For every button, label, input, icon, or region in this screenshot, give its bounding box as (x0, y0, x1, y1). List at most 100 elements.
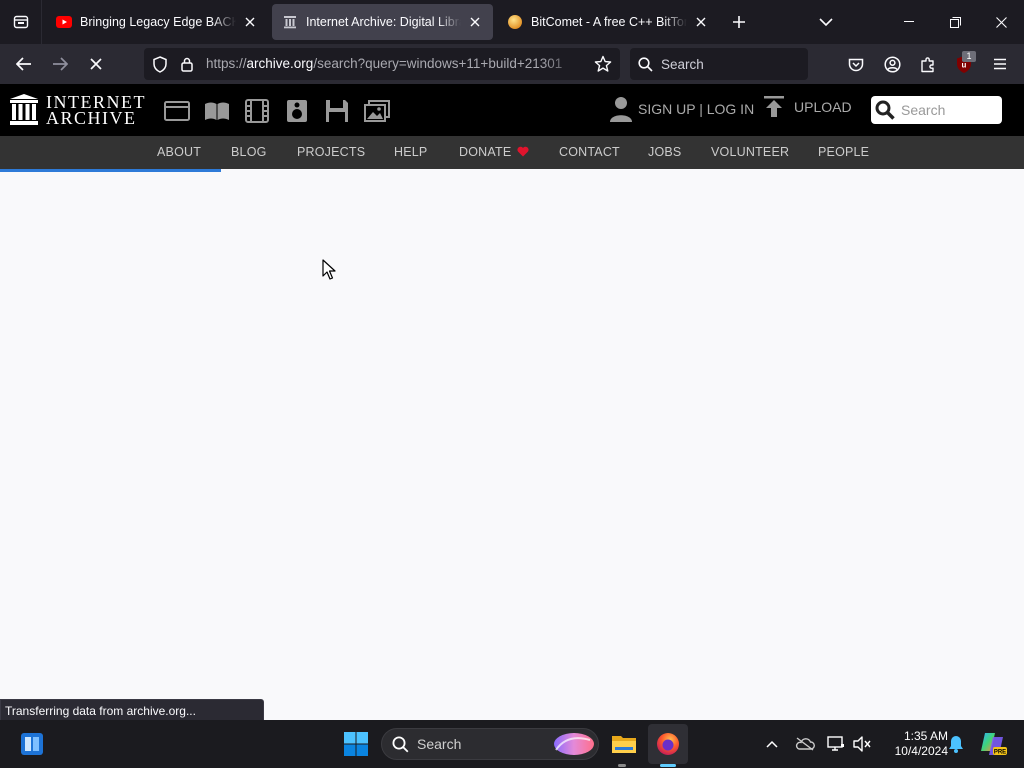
search-icon (875, 100, 895, 120)
arrow-right-icon (53, 57, 68, 71)
onedrive-offline-icon (795, 737, 815, 751)
audio-icon[interactable] (284, 98, 310, 124)
volume-button[interactable] (850, 732, 874, 756)
file-explorer-button[interactable] (604, 724, 644, 764)
plus-icon (733, 16, 745, 28)
system-clock[interactable]: 1:35 AM 10/4/2024 (878, 729, 948, 759)
start-button[interactable] (336, 724, 376, 764)
firefox-view-button[interactable] (0, 0, 42, 44)
browser-tab-youtube[interactable]: Bringing Legacy Edge BACK to Windows 11 (46, 4, 268, 40)
widgets-button[interactable] (12, 724, 52, 764)
stop-loading-button[interactable] (80, 48, 112, 80)
list-all-tabs-button[interactable] (814, 10, 838, 34)
network-button[interactable] (824, 732, 848, 756)
show-hidden-icons-button[interactable] (760, 732, 784, 756)
nav-jobs[interactable]: JOBS (648, 136, 681, 169)
search-icon (392, 736, 409, 752)
new-tab-button[interactable] (727, 10, 751, 34)
software-icon[interactable] (324, 98, 350, 124)
browser-search-box[interactable]: Search (630, 48, 808, 80)
heart-icon (517, 146, 529, 157)
upload-label: UPLOAD (794, 99, 852, 115)
svg-text:PRE: PRE (994, 750, 1006, 756)
sign-up-log-in-link[interactable]: SIGN UP | LOG IN (610, 96, 754, 122)
nav-donate[interactable]: DONATE (459, 136, 529, 169)
nav-contact[interactable]: CONTACT (559, 136, 620, 169)
close-window-button[interactable] (978, 0, 1024, 44)
youtube-icon (56, 14, 72, 30)
web-icon[interactable] (164, 98, 190, 124)
account-label: SIGN UP | LOG IN (638, 101, 755, 117)
taskbar-search-box[interactable]: Search (381, 728, 599, 760)
close-icon (995, 16, 1007, 28)
volume-muted-icon (853, 736, 871, 752)
internet-archive-icon (282, 14, 298, 30)
stop-icon (90, 58, 102, 70)
user-icon (610, 97, 632, 122)
mouse-pointer-icon (322, 259, 336, 280)
search-placeholder: Search (661, 56, 704, 72)
tab-title: Internet Archive: Digital Library of Fre… (306, 15, 461, 29)
nav-people[interactable]: PEOPLE (818, 136, 869, 169)
chevron-up-icon (766, 740, 778, 748)
url-path: /search?query=windows+11+build+21301 (313, 56, 563, 71)
browser-tab-internet-archive[interactable]: Internet Archive: Digital Library of Fre… (272, 4, 493, 40)
forward-button[interactable] (44, 48, 76, 80)
taskbar-open-indicator (618, 764, 626, 767)
internet-archive-logo-icon (10, 94, 38, 125)
screen: Bringing Legacy Edge BACK to Windows 11 … (0, 0, 1024, 768)
nav-help[interactable]: HELP (394, 136, 427, 169)
close-tab-icon[interactable] (242, 14, 258, 30)
url-host: archive.org (246, 56, 314, 71)
page-content-area (0, 172, 1024, 720)
close-tab-icon[interactable] (693, 14, 709, 30)
images-icon[interactable] (364, 98, 390, 124)
bookmark-star-icon[interactable] (594, 55, 612, 78)
minimize-window-button[interactable] (886, 0, 932, 44)
texts-icon[interactable] (204, 98, 230, 124)
ia-logo[interactable]: INTERNET ARCHIVE (10, 93, 146, 128)
tracking-protection-shield-icon[interactable] (152, 56, 168, 78)
app-menu-button[interactable] (984, 48, 1016, 80)
nav-blog[interactable]: BLOG (231, 136, 267, 169)
nav-about[interactable]: ABOUT (157, 136, 201, 169)
restore-icon (949, 16, 961, 28)
video-icon[interactable] (244, 98, 270, 124)
search-highlight-icon (554, 733, 594, 755)
browser-tab-bitcomet[interactable]: BitComet - A free C++ BitTorrent Client (497, 4, 719, 40)
clock-date: 10/4/2024 (894, 744, 948, 758)
bell-icon (949, 736, 963, 753)
ia-search-input[interactable]: Search (871, 96, 1002, 124)
ia-wordmark-line2: ARCHIVE (46, 108, 137, 128)
copilot-button[interactable]: PRE (978, 732, 1008, 756)
extension-badge: 1 (962, 51, 976, 62)
nav-volunteer[interactable]: VOLUNTEER (711, 136, 789, 169)
bitcomet-icon (507, 14, 523, 30)
windows-logo-icon (344, 732, 368, 756)
notifications-button[interactable] (944, 732, 968, 756)
puzzle-piece-icon (920, 56, 934, 72)
ia-search-placeholder: Search (901, 102, 946, 118)
extensions-button[interactable] (912, 48, 944, 80)
address-bar[interactable]: https://archive.org/search?query=windows… (144, 48, 620, 80)
taskbar-search-placeholder: Search (417, 736, 462, 752)
close-tab-icon[interactable] (467, 14, 483, 30)
nav-projects[interactable]: PROJECTS (297, 136, 365, 169)
pocket-icon (848, 58, 864, 71)
tab-title: BitComet - A free C++ BitTorrent Client (531, 15, 687, 29)
windows-taskbar: Search 1:35 AM 10/4/2024 PRE (0, 720, 1024, 768)
back-button[interactable] (8, 48, 40, 80)
search-icon (638, 56, 653, 72)
ia-secondary-nav: ABOUT BLOG PROJECTS HELP DONATE CONTACT … (0, 136, 1024, 169)
upload-link[interactable]: UPLOAD (764, 96, 852, 118)
firefox-view-icon (13, 15, 28, 29)
account-button[interactable] (876, 48, 908, 80)
pocket-button[interactable] (840, 48, 872, 80)
lock-icon[interactable] (180, 56, 194, 77)
clock-time: 1:35 AM (903, 729, 948, 743)
firefox-taskbar-button[interactable] (648, 724, 688, 764)
url-text[interactable]: https://archive.org/search?query=windows… (206, 48, 586, 80)
onedrive-button[interactable] (793, 732, 817, 756)
firefox-icon (657, 733, 679, 755)
restore-window-button[interactable] (932, 0, 978, 44)
